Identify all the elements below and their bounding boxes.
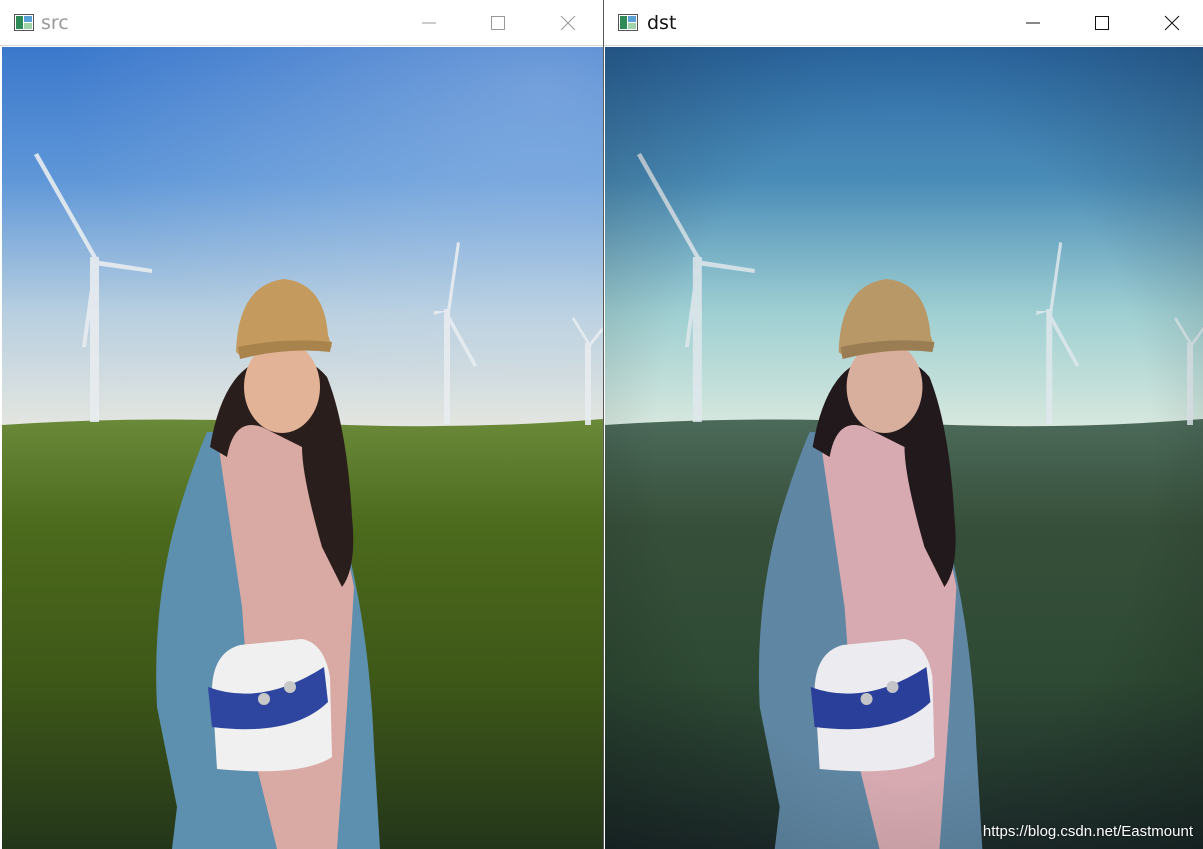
dst-titlebar[interactable]: dst xyxy=(604,0,1203,46)
src-window[interactable]: src xyxy=(0,0,603,849)
opencv-window-icon xyxy=(618,14,638,31)
dst-image: https://blog.csdn.net/Eastmount xyxy=(605,47,1203,849)
watermark-text: https://blog.csdn.net/Eastmount xyxy=(982,823,1193,840)
dst-window[interactable]: dst https://blog.csdn.net/Eastmount xyxy=(603,0,1203,849)
window-title: dst xyxy=(647,12,677,34)
window-title: src xyxy=(41,12,69,34)
maximize-button[interactable] xyxy=(1068,0,1136,46)
minimize-button[interactable] xyxy=(395,0,463,46)
minimize-icon xyxy=(1025,15,1041,31)
src-titlebar[interactable]: src xyxy=(0,0,603,46)
close-button[interactable] xyxy=(1138,0,1203,46)
close-icon xyxy=(560,15,576,31)
maximize-icon xyxy=(1094,15,1110,31)
opencv-window-icon xyxy=(14,14,34,31)
maximize-button[interactable] xyxy=(464,0,532,46)
close-icon xyxy=(1164,15,1180,31)
close-button[interactable] xyxy=(534,0,602,46)
minimize-button[interactable] xyxy=(999,0,1067,46)
maximize-icon xyxy=(490,15,506,31)
minimize-icon xyxy=(421,15,437,31)
src-image xyxy=(2,47,603,849)
